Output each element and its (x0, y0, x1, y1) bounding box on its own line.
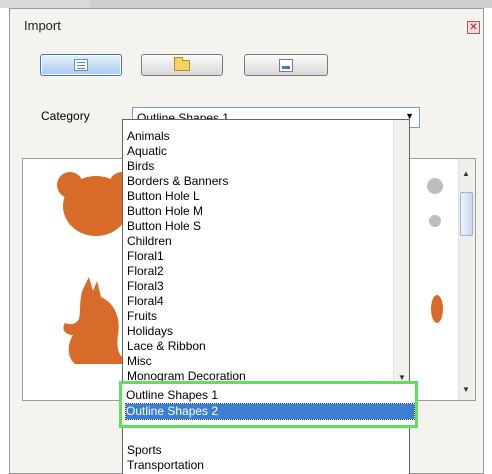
list-view-button[interactable] (40, 54, 122, 76)
dropdown-item[interactable]: Holidays (127, 324, 173, 339)
shape-thumbnail-partial[interactable] (431, 295, 443, 323)
shape-thumbnail-partial[interactable] (427, 178, 443, 194)
dropdown-item-outline-shapes-2[interactable]: Outline Shapes 2 (125, 403, 415, 420)
dropdown-item[interactable]: Floral2 (127, 264, 164, 279)
preview-scrollbar[interactable]: ▲ ▼ (458, 159, 475, 400)
dialog-title: Import (24, 18, 61, 33)
list-view-icon (74, 59, 88, 71)
dropdown-item[interactable]: Fruits (127, 309, 157, 324)
picture-button[interactable] (244, 54, 328, 76)
dropdown-item[interactable]: Button Hole M (127, 204, 203, 219)
scroll-down-icon[interactable]: ▼ (462, 385, 470, 394)
scroll-up-icon[interactable]: ▲ (462, 169, 470, 178)
picture-icon (279, 58, 293, 72)
folder-button[interactable] (141, 54, 223, 76)
close-button[interactable]: ✕ (467, 21, 480, 34)
dropdown-item[interactable]: Floral1 (127, 249, 164, 264)
dropdown-item[interactable]: Children (127, 234, 172, 249)
category-dropdown-list: Animals Aquatic Birds Borders & Banners Butt… (122, 119, 410, 385)
dropdown-item[interactable]: Birds (127, 159, 154, 174)
dropdown-item[interactable]: Button Hole S (127, 219, 201, 234)
dropdown-item-outline-shapes-1[interactable]: Outline Shapes 1 (126, 388, 414, 403)
category-label: Category (41, 109, 90, 123)
close-icon: ✕ (469, 21, 478, 33)
dropdown-list-continued: Sports Transportation (122, 428, 410, 474)
scrollbar-thumb[interactable] (460, 192, 473, 236)
top-strip (0, 0, 492, 8)
shape-thumbnail-partial[interactable] (429, 215, 441, 227)
folder-icon (174, 56, 190, 71)
dropdown-item-sports[interactable]: Sports (127, 443, 162, 458)
dropdown-item[interactable]: Misc (127, 354, 152, 369)
dropdown-item[interactable]: Borders & Banners (127, 174, 228, 189)
dropdown-item[interactable]: Animals (127, 129, 170, 144)
dropdown-item[interactable]: Lace & Ribbon (127, 339, 206, 354)
highlight-box: Outline Shapes 1 Outline Shapes 2 (119, 381, 418, 428)
dropdown-item[interactable]: Aquatic (127, 144, 167, 159)
dropdown-item[interactable]: Floral3 (127, 279, 164, 294)
dropdown-scrollbar[interactable]: ▼ (393, 120, 409, 384)
kangaroo-outline-shape[interactable] (63, 277, 127, 364)
dropdown-item[interactable]: Floral4 (127, 294, 164, 309)
dropdown-item[interactable]: Button Hole L (127, 189, 200, 204)
dropdown-item-transportation[interactable]: Transportation (127, 458, 204, 473)
